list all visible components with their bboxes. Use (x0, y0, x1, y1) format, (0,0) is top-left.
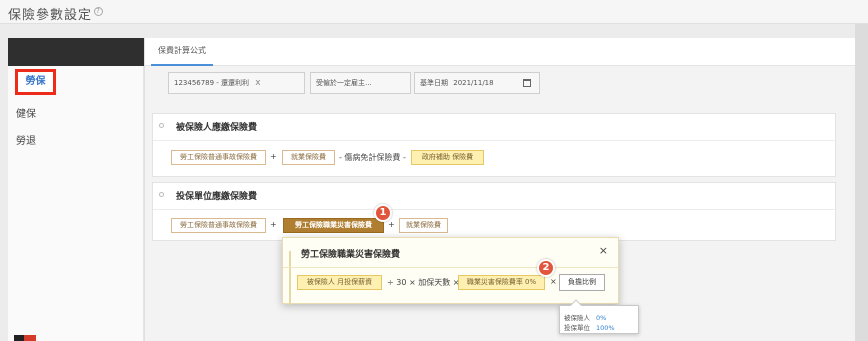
formula-chip-monthly-salary[interactable]: 被保險人 月投保薪資 (297, 275, 382, 290)
sidebar-item-labor-pension[interactable]: 勞退 (16, 132, 36, 147)
base-date-field[interactable]: 基準日期 2021/11/18 (414, 72, 540, 94)
tooltip-value: 100% (596, 324, 615, 332)
popup-divider (283, 267, 618, 268)
section-divider (153, 209, 837, 210)
tooltip-row-insured: 被保險人 0% (564, 312, 606, 322)
popup-title: 勞工保險職業災害保險費 (301, 250, 401, 260)
app-logo (14, 335, 36, 341)
employee-select[interactable]: 123456789 - 還還利利 x (168, 72, 305, 94)
tab-premium-formula[interactable]: 保費計算公式 (151, 38, 213, 66)
formula-chip-occupational-rate[interactable]: 職業災害保險費率 0% (458, 275, 545, 290)
sidebar: 勞保 健保 勞退 (8, 66, 144, 341)
popup-connector-line (289, 251, 291, 305)
insured-premium-section: 被保險人應繳保險費 (152, 113, 837, 177)
section-bullet-icon (159, 123, 164, 128)
category-value: 受僱於一定雇主... (316, 79, 372, 87)
tab-bar: 保費計算公式 (145, 38, 856, 66)
sidebar-item-label: 勞保 (25, 76, 46, 87)
base-date-label: 基準日期 (420, 79, 448, 87)
tooltip-label: 投保單位 (564, 324, 590, 332)
formula-chip-occupational-accident[interactable]: 勞工保險職業災害保險費 (283, 218, 384, 233)
tooltip-label: 被保險人 (564, 314, 590, 322)
formula-operator: ÷ 30 × 加保天數 × (387, 278, 460, 287)
formula-operator: + (388, 220, 395, 229)
sidebar-item-label: 勞退 (16, 136, 36, 147)
section-divider (153, 140, 837, 141)
formula-operator: × (550, 277, 557, 286)
burden-ratio-button[interactable]: 負擔比例 (559, 274, 605, 291)
question-circle-icon[interactable]: ? (94, 7, 104, 16)
page-title-text: 保險參數設定 (8, 8, 93, 23)
sidebar-item-labor-insurance[interactable]: 勞保 (15, 69, 56, 95)
formula-operator: - 傷病免計保險費 - (339, 153, 406, 162)
scrollbar-track[interactable] (855, 24, 868, 341)
employee-value: 123456789 - 還還利利 (174, 79, 250, 87)
base-date-value: 2021/11/18 (453, 79, 494, 87)
tooltip-value: 0% (596, 314, 607, 322)
formula-operator: + (270, 220, 277, 229)
formula-chip-ordinary-accident[interactable]: 勞工保險普通事故保險費 (171, 218, 266, 233)
close-icon[interactable]: × (599, 244, 608, 257)
formula-chip-ordinary-accident[interactable]: 勞工保險普通事故保險費 (171, 150, 266, 165)
section-title: 投保單位應繳保險費 (176, 192, 258, 202)
step-badge-2: 2 (537, 259, 555, 277)
formula-chip-government-subsidy[interactable]: 政府補助 保險費 (411, 150, 484, 165)
section-title: 被保險人應繳保險費 (176, 123, 258, 133)
category-select[interactable]: 受僱於一定雇主... (310, 72, 411, 94)
page-title: 保險參數設定? (8, 4, 104, 23)
formula-chip-employment-insurance[interactable]: 就業保險費 (282, 150, 335, 165)
section-bullet-icon (159, 192, 164, 197)
sidebar-item-label: 健保 (16, 109, 36, 120)
tooltip-row-employer: 投保單位 100% (564, 322, 615, 332)
step-badge-1: 1 (374, 204, 392, 222)
burden-ratio-tooltip: 被保險人 0% 投保單位 100% (559, 299, 639, 334)
sidebar-item-health-insurance[interactable]: 健保 (16, 105, 36, 120)
header-bar: 保險參數設定? (0, 0, 868, 24)
occupational-accident-popup: 勞工保險職業災害保險費 × (282, 237, 619, 305)
sidebar-header (8, 38, 144, 66)
formula-operator: + (270, 152, 277, 161)
calendar-icon[interactable] (523, 79, 531, 87)
formula-chip-employment-insurance[interactable]: 就業保險費 (399, 218, 448, 233)
clear-icon[interactable]: x (255, 78, 260, 88)
